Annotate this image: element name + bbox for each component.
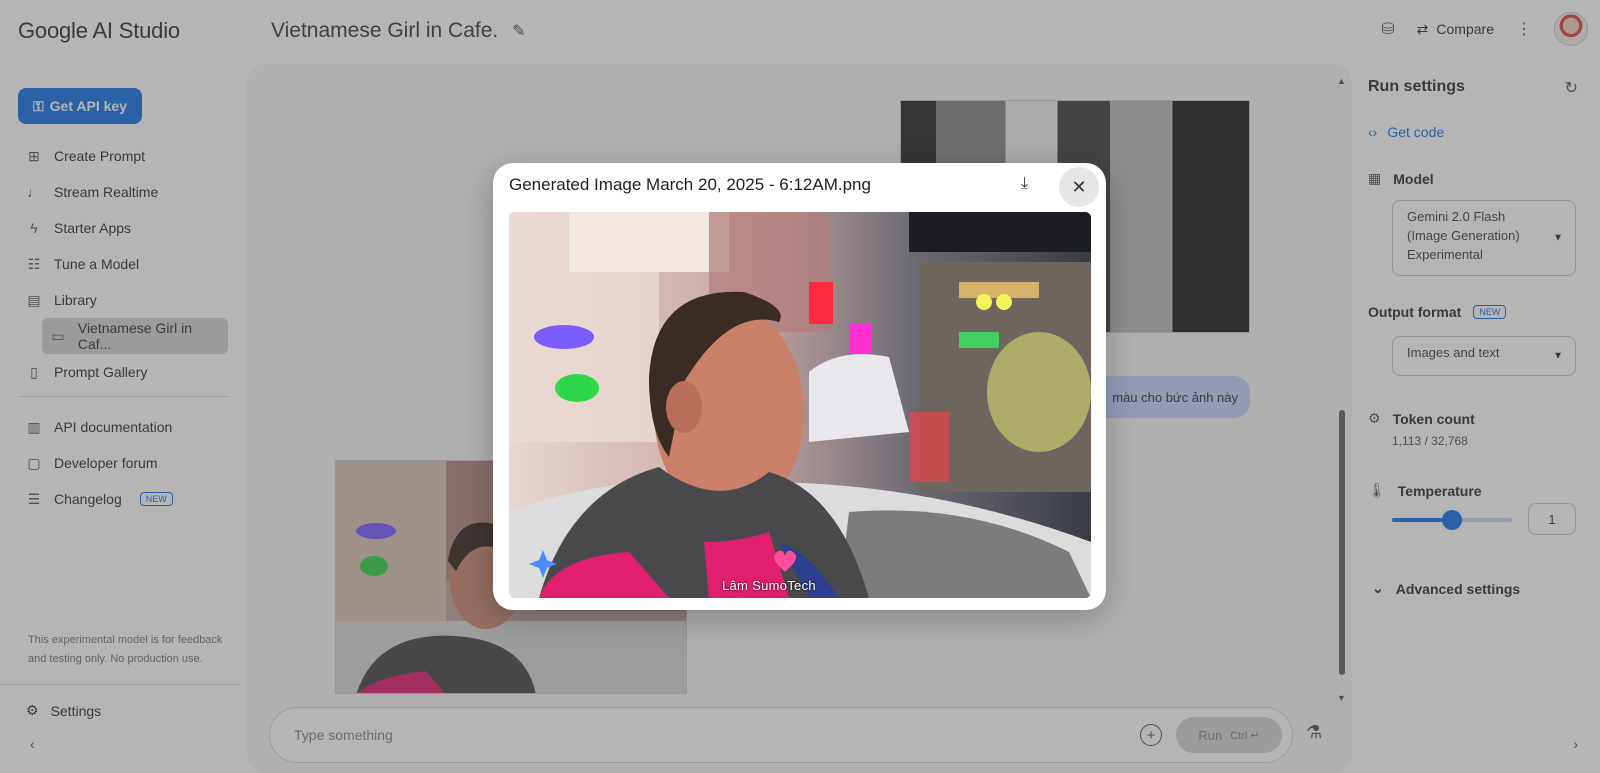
dialog-title: Generated Image March 20, 2025 - 6:12AM.… [509,175,871,194]
generated-image-art [509,212,1091,598]
image-watermark: Lâm SumoTech [722,578,816,593]
image-preview-dialog: Generated Image March 20, 2025 - 6:12AM.… [493,163,1106,610]
close-icon[interactable]: ✕ [1059,167,1099,207]
generated-image: Lâm SumoTech [509,212,1091,598]
download-icon[interactable]: ⤓ [1021,175,1028,193]
